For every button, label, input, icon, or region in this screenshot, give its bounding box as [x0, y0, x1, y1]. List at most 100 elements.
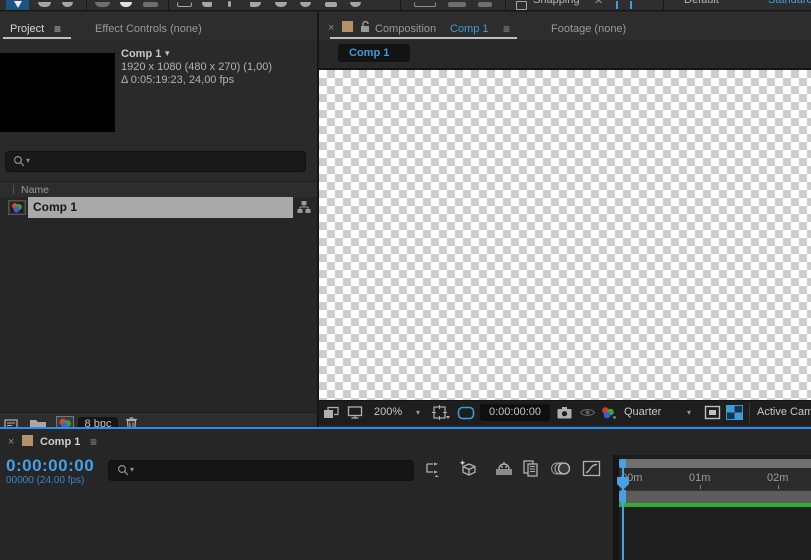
timeline-search-input[interactable]: ▾ [108, 460, 414, 481]
track-area-empty[interactable] [619, 507, 811, 560]
clone-stamp-tool-icon[interactable] [275, 2, 287, 7]
snapping-checkbox[interactable] [516, 1, 527, 10]
navigator-start-handle[interactable] [619, 459, 626, 468]
monitor-icon[interactable] [347, 405, 363, 420]
current-timecode[interactable]: 0:00:00:00 [6, 456, 94, 476]
mask-feather-icon[interactable] [448, 2, 466, 7]
project-info-duration: Δ 0:05:19:23, 24,00 fps [121, 74, 234, 86]
grid-guides-options-icon[interactable] [432, 405, 450, 421]
transparency-grid-icon[interactable] [726, 405, 743, 420]
ruler-tick [778, 485, 779, 489]
region-of-interest-icon[interactable] [704, 405, 721, 420]
unlock-icon[interactable] [359, 20, 371, 33]
timeline-navigator-bar[interactable] [619, 459, 811, 468]
project-info-dimensions: 1920 x 1080 (480 x 270) (1,00) [121, 61, 272, 73]
dolly-camera-tool-icon[interactable] [143, 2, 158, 7]
selection-tool-icon[interactable] [6, 0, 29, 10]
composition-panel: × Composition Comp 1 ≡ Footage (none) Co… [319, 12, 811, 427]
search-options-icon[interactable]: ▾ [26, 156, 30, 165]
composition-mini-flowchart-icon[interactable] [425, 461, 443, 478]
project-list-header: Name [0, 181, 317, 198]
timeline-panel: × Comp 1 ≡ 0:00:00:00 00000 (24.00 fps) … [0, 429, 811, 560]
project-row-comp1[interactable]: Comp 1 [0, 197, 317, 218]
graph-editor-icon[interactable] [582, 460, 601, 477]
eraser-tool-icon[interactable] [300, 2, 311, 7]
project-panel-menu-icon[interactable]: ≡ [54, 22, 61, 36]
close-panel-icon[interactable]: × [328, 22, 334, 34]
draft-3d-icon[interactable] [458, 459, 478, 478]
workspace-standard-label[interactable]: Standard [768, 0, 811, 6]
active-tab-underline [3, 37, 71, 39]
project-info-name[interactable]: Comp 1 [121, 48, 161, 60]
composition-timecode-field[interactable]: 0:00:00:00 [480, 404, 550, 421]
snapping-off-icon[interactable]: ✕ [594, 0, 603, 7]
tab-composition-name[interactable]: Comp 1 [450, 23, 489, 35]
pan-camera-tool-icon[interactable] [120, 2, 132, 7]
tab-footage[interactable]: Footage (none) [551, 23, 626, 35]
tab-project[interactable]: Project [10, 23, 44, 35]
project-item-thumbnail [0, 53, 115, 132]
search-icon [117, 464, 130, 477]
puppet-pin-tool-icon[interactable] [350, 2, 361, 7]
project-list-empty-area[interactable] [0, 218, 317, 412]
project-panel: Project ≡ Effect Controls (none) Comp 1 … [0, 12, 317, 427]
time-ruler[interactable]: 00m 01m 02m [619, 468, 811, 490]
mask-visibility-icon[interactable] [457, 406, 475, 420]
hand-tool-icon[interactable] [38, 2, 51, 7]
motion-blur-icon[interactable] [551, 460, 571, 477]
composition-viewport-transparent[interactable] [319, 68, 811, 402]
always-preview-icon[interactable] [323, 406, 339, 420]
pen-tool-icon[interactable] [202, 2, 212, 7]
after-effects-window: Snapping ✕ Default Standard Project ≡ Ef… [0, 0, 811, 560]
toolbar-separator [663, 0, 664, 10]
search-options-icon[interactable]: ▾ [130, 465, 134, 474]
toolbar-separator [86, 0, 87, 10]
composition-tab-bar: × Composition Comp 1 ≡ Footage (none) [319, 12, 811, 40]
magnification-dropdown-icon[interactable]: ▾ [416, 408, 420, 417]
toolbar-separator [168, 0, 169, 10]
viewer-tab-strip: Comp 1 [319, 40, 811, 68]
workspace-default-label[interactable]: Default [684, 0, 719, 6]
viewer-tab-label: Comp 1 [349, 47, 389, 59]
snap-brackets-icon[interactable] [616, 1, 632, 9]
mask-expansion-icon[interactable] [478, 2, 492, 7]
selected-row-highlight: Comp 1 [28, 197, 293, 218]
viewer-tab-comp1[interactable]: Comp 1 [338, 44, 410, 62]
frame-blending-icon[interactable] [522, 459, 541, 478]
current-frame-info: 00000 (24.00 fps) [6, 475, 84, 486]
type-tool-icon[interactable] [228, 1, 231, 7]
rectangle-tool-icon[interactable] [177, 2, 192, 7]
row-comp-name[interactable]: Comp 1 [33, 200, 77, 214]
show-snapshot-eye-icon[interactable] [579, 406, 596, 419]
brush-tool-icon[interactable] [250, 2, 261, 7]
orbit-camera-tool-icon[interactable] [95, 2, 110, 7]
resolution-value[interactable]: Quarter [624, 406, 661, 418]
name-column-header[interactable]: Name [21, 184, 49, 196]
anchor-grid-icon[interactable] [414, 2, 436, 7]
close-timeline-icon[interactable]: × [8, 436, 14, 448]
ruler-tick [700, 485, 701, 489]
panel-group-color-swatch [22, 435, 33, 446]
resolution-dropdown-icon[interactable]: ▾ [687, 408, 691, 417]
timeline-tab-name[interactable]: Comp 1 [40, 436, 80, 448]
snapping-label[interactable]: Snapping [533, 0, 580, 6]
snapshot-camera-icon[interactable] [556, 405, 573, 420]
flowchart-usage-icon[interactable] [297, 200, 311, 214]
zoom-tool-icon[interactable] [62, 2, 73, 7]
tab-composition-label[interactable]: Composition [375, 23, 436, 35]
shy-layers-icon[interactable] [494, 460, 514, 478]
search-icon [13, 155, 26, 168]
ruler-label-2: 02m [767, 472, 788, 484]
project-tab-bar: Project ≡ Effect Controls (none) [0, 12, 317, 40]
tab-effect-controls[interactable]: Effect Controls (none) [95, 23, 202, 35]
active-camera-selector[interactable]: Active Cam [757, 406, 811, 418]
project-search-input[interactable]: ▾ [5, 151, 306, 172]
channel-colors-icon[interactable] [599, 405, 617, 421]
timeline-panel-menu-icon[interactable]: ≡ [90, 435, 97, 449]
magnification-value[interactable]: 200% [374, 406, 402, 418]
composition-panel-menu-icon[interactable]: ≡ [503, 22, 510, 36]
roto-brush-tool-icon[interactable] [325, 2, 337, 7]
layer-list-empty-area[interactable] [0, 507, 613, 560]
column-divider [13, 185, 14, 194]
project-info-flyout-icon[interactable]: ▾ [165, 48, 170, 59]
